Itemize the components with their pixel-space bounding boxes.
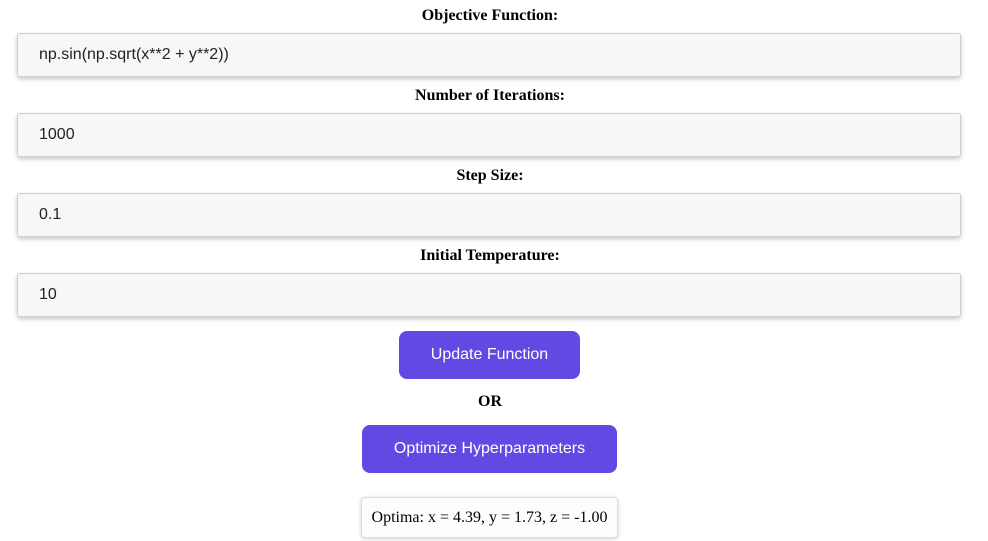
objective-function-label: Objective Function:	[421, 7, 559, 24]
or-separator: OR	[478, 393, 502, 410]
iterations-label: Number of Iterations:	[415, 87, 565, 104]
optima-result: Optima: x = 4.39, y = 1.73, z = -1.00	[361, 497, 618, 538]
step-size-input[interactable]	[17, 193, 961, 237]
step-size-label: Step Size:	[456, 167, 524, 184]
objective-function-input[interactable]	[17, 33, 961, 77]
initial-temperature-input[interactable]	[17, 273, 961, 317]
iterations-input[interactable]	[17, 113, 961, 157]
update-function-button[interactable]: Update Function	[399, 331, 580, 379]
optimize-hyperparameters-button[interactable]: Optimize Hyperparameters	[362, 425, 617, 473]
initial-temperature-label: Initial Temperature:	[420, 247, 560, 264]
